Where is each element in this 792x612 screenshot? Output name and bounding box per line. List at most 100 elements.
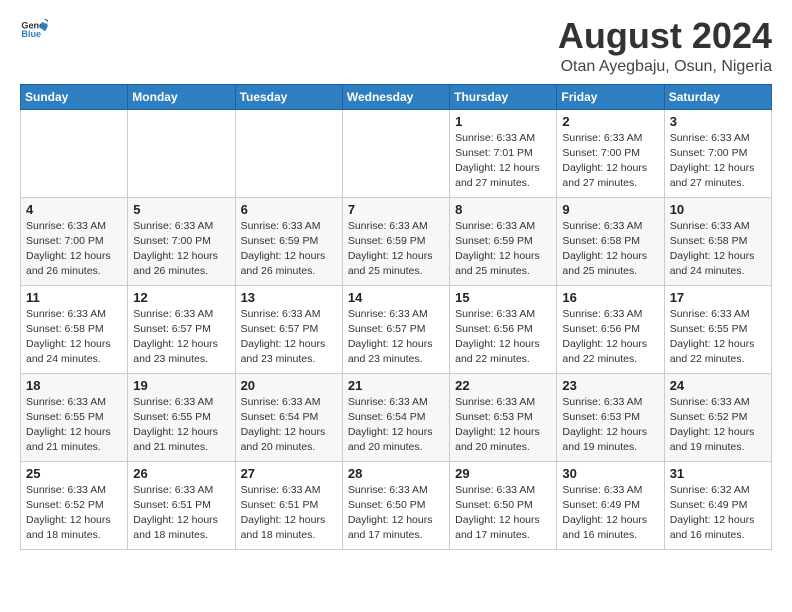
- day-number: 12: [133, 290, 229, 305]
- day-info: Sunrise: 6:33 AM Sunset: 6:52 PM Dayligh…: [670, 395, 766, 456]
- day-number: 26: [133, 466, 229, 481]
- day-number: 23: [562, 378, 658, 393]
- day-number: 22: [455, 378, 551, 393]
- calendar-cell: 13Sunrise: 6:33 AM Sunset: 6:57 PM Dayli…: [235, 285, 342, 373]
- day-number: 5: [133, 202, 229, 217]
- calendar-cell: [342, 109, 449, 197]
- calendar-cell: 15 Sunrise: 6:33 AM Sunset: 6:56 PM Dayli…: [450, 285, 557, 373]
- month-year-title: August 2024: [558, 16, 772, 56]
- day-number: 16: [562, 290, 658, 305]
- day-info: Sunrise: 6:32 AM Sunset: 6:49 PM Dayligh…: [670, 483, 766, 544]
- day-number: 31: [670, 466, 766, 481]
- day-info: Sunrise: 6:33 AM Sunset: 6:52 PM Dayligh…: [26, 483, 122, 544]
- calendar-cell: 26 Sunrise: 6:33 AM Sunset: 6:51 PM Dayli…: [128, 461, 235, 549]
- day-info: Sunrise: 6:33 AM Sunset: 6:57 PM Dayligh…: [241, 307, 337, 368]
- calendar-table: SundayMondayTuesdayWednesdayThursdayFrid…: [20, 84, 772, 550]
- day-number: 30: [562, 466, 658, 481]
- calendar-cell: 10 Sunrise: 6:33 AM Sunset: 6:58 PM Dayli…: [664, 197, 771, 285]
- day-number: 7: [348, 202, 444, 217]
- day-info: Sunrise: 6:33 AM Sunset: 6:54 PM Dayligh…: [241, 395, 337, 456]
- calendar-cell: 31 Sunrise: 6:32 AM Sunset: 6:49 PM Dayli…: [664, 461, 771, 549]
- day-info: Sunrise: 6:33 AM Sunset: 6:59 PM Dayligh…: [455, 219, 551, 280]
- day-number: 24: [670, 378, 766, 393]
- calendar-cell: [235, 109, 342, 197]
- calendar-cell: 7 Sunrise: 6:33 AM Sunset: 6:59 PM Daylig…: [342, 197, 449, 285]
- day-info: Sunrise: 6:33 AM Sunset: 6:53 PM Dayligh…: [455, 395, 551, 456]
- calendar-cell: 11Sunrise: 6:33 AM Sunset: 6:58 PM Dayli…: [21, 285, 128, 373]
- day-info: Sunrise: 6:33 AM Sunset: 6:59 PM Dayligh…: [348, 219, 444, 280]
- day-info: Sunrise: 6:33 AM Sunset: 7:00 PM Dayligh…: [133, 219, 229, 280]
- location-subtitle: Otan Ayegbaju, Osun, Nigeria: [558, 58, 772, 76]
- day-info: Sunrise: 6:33 AM Sunset: 6:57 PM Dayligh…: [348, 307, 444, 368]
- day-info: Sunrise: 6:33 AM Sunset: 6:56 PM Dayligh…: [455, 307, 551, 368]
- calendar-cell: 14 Sunrise: 6:33 AM Sunset: 6:57 PM Dayli…: [342, 285, 449, 373]
- day-info: Sunrise: 6:33 AM Sunset: 7:00 PM Dayligh…: [670, 131, 766, 192]
- day-info: Sunrise: 6:33 AM Sunset: 6:50 PM Dayligh…: [455, 483, 551, 544]
- day-number: 17: [670, 290, 766, 305]
- calendar-cell: 2 Sunrise: 6:33 AM Sunset: 7:00 PM Daylig…: [557, 109, 664, 197]
- calendar-cell: 3 Sunrise: 6:33 AM Sunset: 7:00 PM Daylig…: [664, 109, 771, 197]
- calendar-cell: 28 Sunrise: 6:33 AM Sunset: 6:50 PM Dayli…: [342, 461, 449, 549]
- calendar-cell: 18 Sunrise: 6:33 AM Sunset: 6:55 PM Dayli…: [21, 373, 128, 461]
- calendar-week-row: 11Sunrise: 6:33 AM Sunset: 6:58 PM Dayli…: [21, 285, 772, 373]
- day-number: 19: [133, 378, 229, 393]
- day-number: 28: [348, 466, 444, 481]
- calendar-cell: 9 Sunrise: 6:33 AM Sunset: 6:58 PM Daylig…: [557, 197, 664, 285]
- day-info: Sunrise: 6:33 AM Sunset: 6:50 PM Dayligh…: [348, 483, 444, 544]
- calendar-cell: 8 Sunrise: 6:33 AM Sunset: 6:59 PM Daylig…: [450, 197, 557, 285]
- day-info: Sunrise: 6:33 AM Sunset: 6:57 PM Dayligh…: [133, 307, 229, 368]
- calendar-week-row: 18 Sunrise: 6:33 AM Sunset: 6:55 PM Dayli…: [21, 373, 772, 461]
- svg-text:Blue: Blue: [21, 29, 41, 39]
- calendar-cell: 4Sunrise: 6:33 AM Sunset: 7:00 PM Daylig…: [21, 197, 128, 285]
- day-info: Sunrise: 6:33 AM Sunset: 6:58 PM Dayligh…: [670, 219, 766, 280]
- header-sunday: Sunday: [21, 84, 128, 109]
- day-number: 6: [241, 202, 337, 217]
- calendar-week-row: 4 Sunrise: 6:33 AM Sunset: 7:00 PM Daylig…: [21, 197, 772, 285]
- title-area: August 2024 Otan Ayegbaju, Osun, Nigeria: [558, 16, 772, 76]
- calendar-cell: 30 Sunrise: 6:33 AM Sunset: 6:49 PM Dayli…: [557, 461, 664, 549]
- calendar-cell: 1 Sunrise: 6:33 AM Sunset: 7:01 PM Daylig…: [450, 109, 557, 197]
- calendar-cell: 16 Sunrise: 6:33 AM Sunset: 6:56 PM Dayli…: [557, 285, 664, 373]
- calendar-cell: [21, 109, 128, 197]
- calendar-cell: 29 Sunrise: 6:33 AM Sunset: 6:50 PM Dayli…: [450, 461, 557, 549]
- calendar-header-row: SundayMondayTuesdayWednesdayThursdayFrid…: [21, 84, 772, 109]
- day-number: 8: [455, 202, 551, 217]
- header-friday: Friday: [557, 84, 664, 109]
- calendar-week-row: 1 Sunrise: 6:33 AM Sunset: 7:01 PM Daylig…: [21, 109, 772, 197]
- calendar-cell: 27Sunrise: 6:33 AM Sunset: 6:51 PM Dayli…: [235, 461, 342, 549]
- day-number: 20: [241, 378, 337, 393]
- calendar-cell: 24 Sunrise: 6:33 AM Sunset: 6:52 PM Dayli…: [664, 373, 771, 461]
- day-info: Sunrise: 6:33 AM Sunset: 6:51 PM Dayligh…: [133, 483, 229, 544]
- day-info: Sunrise: 6:33 AM Sunset: 7:01 PM Dayligh…: [455, 131, 551, 192]
- day-number: 10: [670, 202, 766, 217]
- calendar-cell: 5 Sunrise: 6:33 AM Sunset: 7:00 PM Daylig…: [128, 197, 235, 285]
- day-info: Sunrise: 6:33 AM Sunset: 6:55 PM Dayligh…: [670, 307, 766, 368]
- day-number: 18: [26, 378, 122, 393]
- day-info: Sunrise: 6:33 AM Sunset: 6:54 PM Dayligh…: [348, 395, 444, 456]
- day-number: 2: [562, 114, 658, 129]
- day-info: Sunrise: 6:33 AM Sunset: 6:56 PM Dayligh…: [562, 307, 658, 368]
- day-number: 25: [26, 466, 122, 481]
- day-number: 15: [455, 290, 551, 305]
- header: General Blue August 2024 Otan Ayegbaju, …: [20, 16, 772, 76]
- header-tuesday: Tuesday: [235, 84, 342, 109]
- day-info: Sunrise: 6:33 AM Sunset: 6:55 PM Dayligh…: [26, 395, 122, 456]
- day-number: 14: [348, 290, 444, 305]
- day-number: 27: [241, 466, 337, 481]
- day-info: Sunrise: 6:33 AM Sunset: 7:00 PM Dayligh…: [562, 131, 658, 192]
- day-info: Sunrise: 6:33 AM Sunset: 6:49 PM Dayligh…: [562, 483, 658, 544]
- header-thursday: Thursday: [450, 84, 557, 109]
- day-number: 3: [670, 114, 766, 129]
- calendar-cell: 20 Sunrise: 6:33 AM Sunset: 6:54 PM Dayli…: [235, 373, 342, 461]
- day-number: 4: [26, 202, 122, 217]
- day-number: 9: [562, 202, 658, 217]
- day-info: Sunrise: 6:33 AM Sunset: 6:59 PM Dayligh…: [241, 219, 337, 280]
- day-number: 29: [455, 466, 551, 481]
- day-info: Sunrise: 6:33 AM Sunset: 6:58 PM Dayligh…: [562, 219, 658, 280]
- day-number: 21: [348, 378, 444, 393]
- calendar-cell: 12 Sunrise: 6:33 AM Sunset: 6:57 PM Dayli…: [128, 285, 235, 373]
- day-number: 1: [455, 114, 551, 129]
- header-wednesday: Wednesday: [342, 84, 449, 109]
- calendar-cell: 25 Sunrise: 6:33 AM Sunset: 6:52 PM Dayli…: [21, 461, 128, 549]
- calendar-cell: [128, 109, 235, 197]
